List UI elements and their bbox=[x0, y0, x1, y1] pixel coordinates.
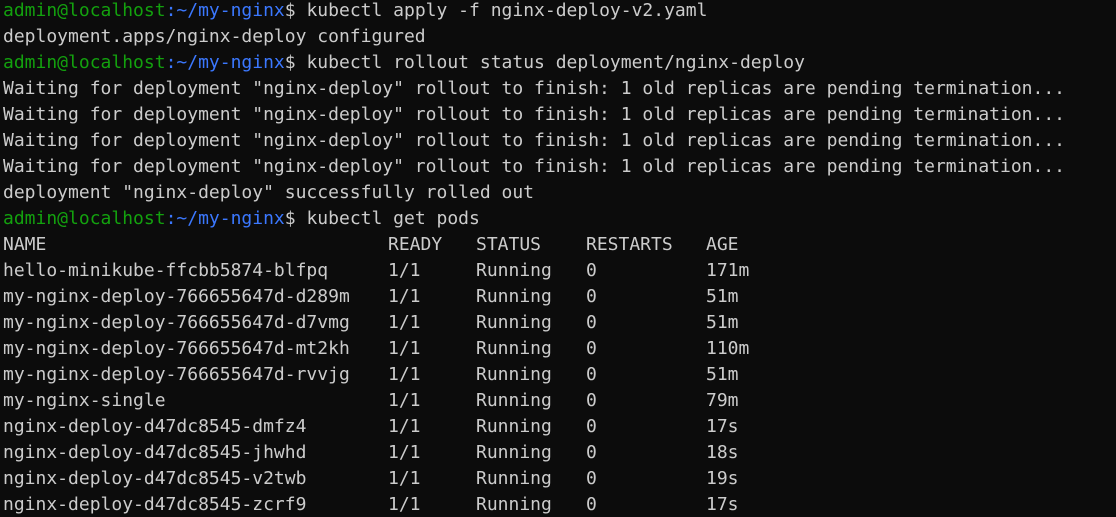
pod-status: Running bbox=[476, 390, 552, 411]
pod-restarts: 0 bbox=[586, 390, 597, 411]
pod-ready: 1/1 bbox=[388, 390, 421, 411]
pod-name: nginx-deploy-d47dc8545-dmfz4 bbox=[3, 416, 307, 437]
pod-ready: 1/1 bbox=[388, 312, 421, 333]
pod-name: my-nginx-deploy-766655647d-mt2kh bbox=[3, 338, 350, 359]
pod-age: 171m bbox=[706, 260, 750, 281]
command-output: Waiting for deployment "nginx-deploy" ro… bbox=[3, 78, 1066, 99]
header-status: STATUS bbox=[476, 234, 542, 255]
prompt-user-host: admin@localhost bbox=[3, 0, 166, 21]
pod-age: 51m bbox=[706, 312, 739, 333]
command-output: deployment "nginx-deploy" successfully r… bbox=[3, 182, 535, 203]
pod-name: my-nginx-deploy-766655647d-d289m bbox=[3, 286, 350, 307]
pod-restarts: 0 bbox=[586, 364, 597, 385]
table-row: my-nginx-deploy-766655647d-d289m 1/1 Runni… bbox=[3, 284, 1116, 310]
pod-ready: 1/1 bbox=[388, 364, 421, 385]
command-output: Waiting for deployment "nginx-deploy" ro… bbox=[3, 104, 1066, 125]
pod-age: 17s bbox=[706, 494, 739, 515]
prompt-line: admin@localhost:~/my-nginx$ kubectl appl… bbox=[3, 0, 1116, 24]
command-output: Waiting for deployment "nginx-deploy" ro… bbox=[3, 130, 1066, 151]
pod-status: Running bbox=[476, 286, 552, 307]
table-row: nginx-deploy-d47dc8545-dmfz4 1/1 Running 0 1… bbox=[3, 414, 1116, 440]
pod-age: 51m bbox=[706, 364, 739, 385]
prompt-line: admin@localhost:~/my-nginx$ kubectl get … bbox=[3, 206, 1116, 232]
prompt-path: :~/my-nginx bbox=[165, 0, 285, 21]
prompt-user-host: admin@localhost bbox=[3, 52, 166, 73]
pod-name: nginx-deploy-d47dc8545-jhwhd bbox=[3, 442, 307, 463]
pod-name: my-nginx-deploy-766655647d-d7vmg bbox=[3, 312, 350, 333]
command-text: kubectl apply -f nginx-deploy-v2.yaml bbox=[306, 0, 708, 21]
pod-status: Running bbox=[476, 364, 552, 385]
header-name: NAME bbox=[3, 234, 47, 255]
pod-restarts: 0 bbox=[586, 416, 597, 437]
command-output: Waiting for deployment "nginx-deploy" ro… bbox=[3, 156, 1066, 177]
command-text: kubectl get pods bbox=[306, 208, 480, 229]
prompt-user-host: admin@localhost bbox=[3, 208, 166, 229]
pod-status: Running bbox=[476, 260, 552, 281]
pod-restarts: 0 bbox=[586, 286, 597, 307]
pod-name: nginx-deploy-d47dc8545-zcrf9 bbox=[3, 494, 307, 515]
pods-table-header: NAME READY STATUS RESTARTS AGE bbox=[3, 232, 1116, 258]
prompt-path: :~/my-nginx bbox=[165, 208, 285, 229]
prompt-symbol: $ bbox=[284, 208, 307, 229]
prompt-line: admin@localhost:~/my-nginx$ kubectl roll… bbox=[3, 50, 1116, 76]
pod-restarts: 0 bbox=[586, 468, 597, 489]
pod-age: 110m bbox=[706, 338, 750, 359]
table-row: my-nginx-deploy-766655647d-mt2kh 1/1 Runni… bbox=[3, 336, 1116, 362]
pod-age: 17s bbox=[706, 416, 739, 437]
table-row: nginx-deploy-d47dc8545-v2twb 1/1 Running 0 1… bbox=[3, 466, 1116, 492]
pod-status: Running bbox=[476, 494, 552, 515]
pod-status: Running bbox=[476, 312, 552, 333]
pod-status: Running bbox=[476, 468, 552, 489]
pod-restarts: 0 bbox=[586, 260, 597, 281]
command-output: deployment.apps/nginx-deploy configured bbox=[3, 26, 426, 47]
table-row: my-nginx-deploy-766655647d-d7vmg 1/1 Runni… bbox=[3, 310, 1116, 336]
table-row: my-nginx-single 1/1 Running 0 79m bbox=[3, 388, 1116, 414]
pod-status: Running bbox=[476, 416, 552, 437]
prompt-path: :~/my-nginx bbox=[165, 52, 285, 73]
pod-ready: 1/1 bbox=[388, 442, 421, 463]
pod-age: 51m bbox=[706, 286, 739, 307]
table-row: nginx-deploy-d47dc8545-zcrf9 1/1 Running 0 1… bbox=[3, 492, 1116, 517]
header-restarts: RESTARTS bbox=[586, 234, 673, 255]
prompt-symbol: $ bbox=[284, 52, 307, 73]
table-row: nginx-deploy-d47dc8545-jhwhd 1/1 Running 0 1… bbox=[3, 440, 1116, 466]
pod-ready: 1/1 bbox=[388, 338, 421, 359]
table-row: my-nginx-deploy-766655647d-rvvjg 1/1 Runni… bbox=[3, 362, 1116, 388]
pod-name: my-nginx-single bbox=[3, 390, 166, 411]
pod-age: 79m bbox=[706, 390, 739, 411]
pods-table-body: hello-minikube-ffcbb5874-blfpq 1/1 Running… bbox=[3, 258, 1116, 517]
pod-ready: 1/1 bbox=[388, 468, 421, 489]
pod-age: 18s bbox=[706, 442, 739, 463]
terminal-window[interactable]: admin@localhost:~/my-nginx$ kubectl appl… bbox=[0, 0, 1116, 517]
pod-name: hello-minikube-ffcbb5874-blfpq bbox=[3, 260, 329, 281]
pod-name: nginx-deploy-d47dc8545-v2twb bbox=[3, 468, 307, 489]
pod-restarts: 0 bbox=[586, 338, 597, 359]
pod-ready: 1/1 bbox=[388, 260, 421, 281]
pod-ready: 1/1 bbox=[388, 286, 421, 307]
pod-restarts: 0 bbox=[586, 442, 597, 463]
prompt-symbol: $ bbox=[284, 0, 307, 21]
pod-age: 19s bbox=[706, 468, 739, 489]
pod-name: my-nginx-deploy-766655647d-rvvjg bbox=[3, 364, 350, 385]
header-age: AGE bbox=[706, 234, 739, 255]
pod-ready: 1/1 bbox=[388, 416, 421, 437]
header-ready: READY bbox=[388, 234, 443, 255]
pod-ready: 1/1 bbox=[388, 494, 421, 515]
pod-restarts: 0 bbox=[586, 312, 597, 333]
pod-status: Running bbox=[476, 338, 552, 359]
pod-status: Running bbox=[476, 442, 552, 463]
table-row: hello-minikube-ffcbb5874-blfpq 1/1 Running… bbox=[3, 258, 1116, 284]
command-text: kubectl rollout status deployment/nginx-… bbox=[306, 52, 805, 73]
pod-restarts: 0 bbox=[586, 494, 597, 515]
